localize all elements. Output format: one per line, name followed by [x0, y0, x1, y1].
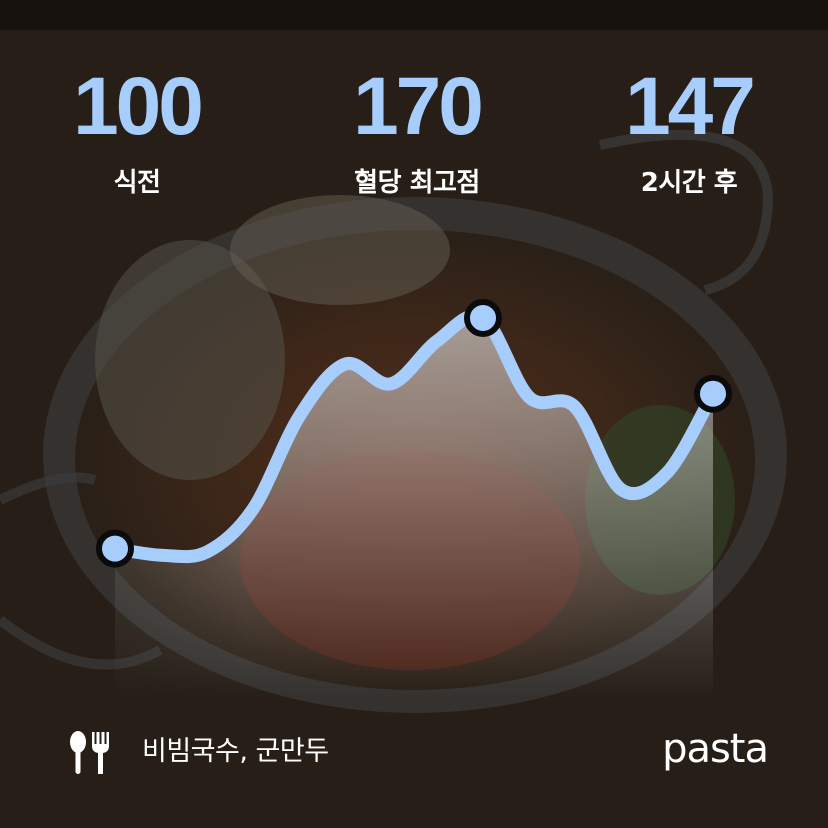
fork-knife-icon [70, 731, 109, 774]
brand-logo: pasta [662, 726, 769, 772]
glucose-point-0 [96, 529, 134, 568]
meal-name: 비빔국수, 군만두 [142, 736, 329, 767]
glucose-point-1 [464, 298, 502, 337]
glucose-point-2 [694, 374, 732, 413]
glucose-chart [96, 298, 732, 700]
